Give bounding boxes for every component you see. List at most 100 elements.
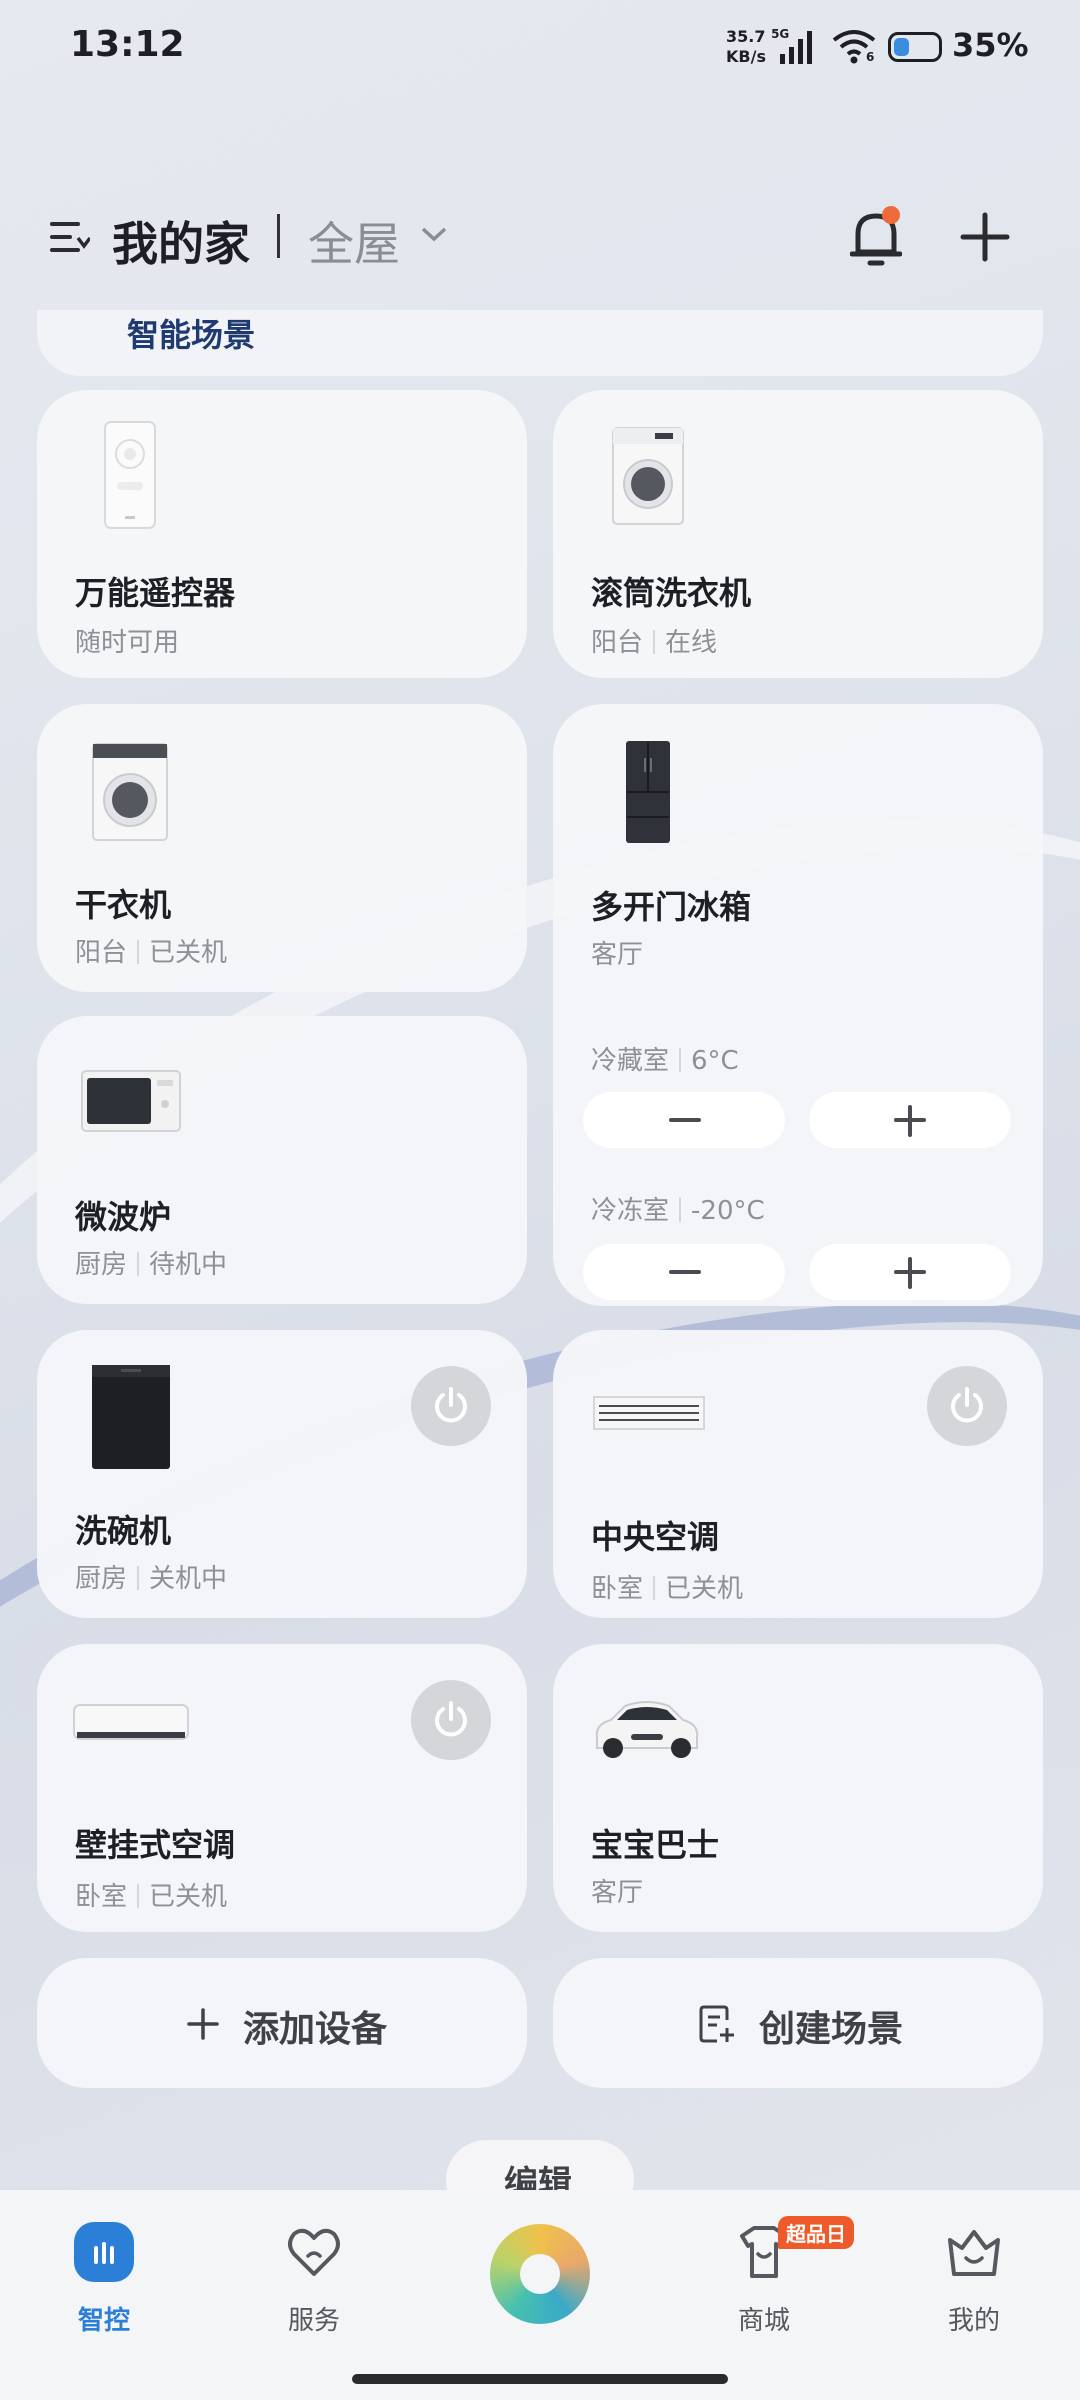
dishwasher-image	[92, 1365, 170, 1469]
device-status: 已关机	[149, 1882, 228, 1912]
edit-button[interactable]: 编辑	[446, 2140, 634, 2190]
home-indicator[interactable]	[352, 2374, 728, 2384]
refrigerator-image	[626, 741, 670, 843]
chevron-down-icon[interactable]	[420, 224, 448, 244]
smart-scene-card[interactable]: 智能场景	[37, 310, 1043, 376]
profile-icon	[948, 2230, 1000, 2276]
fridge-compartment-value: 6°C	[691, 1046, 739, 1076]
dryer-image	[92, 743, 168, 841]
minus-icon	[669, 1118, 701, 1122]
create-scene-label: 创建场景	[759, 2009, 904, 2050]
nav-tab-shop[interactable]: 商城	[694, 2190, 834, 2350]
notification-dot	[882, 206, 900, 224]
create-scene-button[interactable]: 创建场景	[553, 1958, 1043, 2088]
power-icon	[951, 1387, 983, 1423]
device-card-refrigerator[interactable]: 多开门冰箱 客厅 冷藏室 6°C 冷冻室 -20°C	[553, 704, 1043, 1306]
device-name: 中央空调	[591, 1518, 720, 1556]
room-filter-dropdown[interactable]: 全屋	[308, 208, 400, 274]
plus-icon-stroke	[908, 1257, 912, 1289]
home-name[interactable]: 我的家	[112, 208, 250, 274]
nav-tab-profile[interactable]: 我的	[904, 2190, 1044, 2350]
plus-icon	[187, 2008, 219, 2040]
device-name: 多开门冰箱	[591, 888, 752, 926]
fridge-temp-decrease-button[interactable]	[583, 1092, 785, 1148]
device-status: 已关机	[149, 938, 228, 968]
device-room: 阳台	[75, 938, 128, 968]
power-icon	[435, 1387, 467, 1423]
wifi-level: 6	[866, 50, 875, 64]
edit-label: 编辑	[504, 2164, 572, 2190]
nav-tab-service[interactable]: 服务	[244, 2190, 384, 2350]
power-button[interactable]	[927, 1366, 1007, 1446]
device-list: 智能场景 万能遥控器 随时可用 滚筒洗衣机 阳台 在线 干衣机 阳台 已关机 多…	[0, 310, 1080, 2190]
header-divider	[277, 214, 280, 258]
device-name: 宝宝巴士	[591, 1826, 720, 1864]
menu-icon[interactable]	[48, 216, 90, 258]
add-icon[interactable]	[960, 212, 1010, 262]
minus-icon	[669, 1270, 701, 1274]
device-card-dishwasher[interactable]: 洗碗机 厨房 关机中	[37, 1330, 527, 1618]
device-room: 卧室	[591, 1574, 644, 1604]
device-card-microwave[interactable]: 微波炉 厨房 待机中	[37, 1016, 527, 1304]
bottom-navigation: 智控 服务 商城 超品日 我的	[0, 2190, 1080, 2400]
device-card-washing-machine[interactable]: 滚筒洗衣机 阳台 在线	[553, 390, 1043, 678]
device-name: 万能遥控器	[75, 574, 236, 612]
device-card-wall-ac[interactable]: 壁挂式空调 卧室 已关机	[37, 1644, 527, 1932]
microwave-image	[81, 1070, 181, 1132]
freezer-temp-decrease-button[interactable]	[583, 1244, 785, 1300]
device-room-status: 厨房 关机中	[75, 1558, 227, 1595]
nav-tab-smart-control[interactable]: 智控	[34, 2190, 174, 2350]
device-card-universal-remote[interactable]: 万能遥控器 随时可用	[37, 390, 527, 678]
nav-label: 我的	[947, 2306, 1000, 2336]
device-room-status: 厨房 待机中	[75, 1244, 227, 1281]
device-name: 洗碗机	[75, 1512, 172, 1550]
battery-percent: 35%	[952, 26, 1029, 64]
freezer-compartment-value: -20°C	[691, 1196, 765, 1226]
device-name: 滚筒洗衣机	[591, 574, 752, 612]
add-device-button[interactable]: 添加设备	[37, 1958, 527, 2088]
device-room: 厨房	[75, 1564, 128, 1594]
device-name: 微波炉	[75, 1198, 172, 1236]
device-room: 客厅	[591, 940, 644, 970]
status-bar: 13:12 35.7 5G KB/s 6 35%	[0, 0, 1080, 96]
device-room: 卧室	[75, 1882, 128, 1912]
plus-icon-stroke	[908, 1105, 912, 1137]
universal-remote-image	[104, 421, 156, 529]
washing-machine-image	[612, 427, 684, 525]
app-header: 我的家 全屋	[0, 200, 1080, 280]
freezer-compartment-label: 冷冻室	[591, 1196, 670, 1226]
smart-scene-label: 智能场景	[127, 316, 256, 354]
shop-promo-badge: 超品日	[778, 2216, 854, 2249]
assistant-orb-icon[interactable]	[490, 2224, 590, 2324]
freezer-temp-increase-button[interactable]	[809, 1244, 1011, 1300]
status-time: 13:12	[70, 24, 185, 65]
nav-label: 智控	[77, 2306, 130, 2336]
device-status: 已关机	[665, 1574, 744, 1604]
device-status: 在线	[665, 628, 718, 658]
network-speed-unit: KB/s	[726, 47, 766, 66]
fridge-compartment-label: 冷藏室	[591, 1046, 670, 1076]
device-card-dryer[interactable]: 干衣机 阳台 已关机	[37, 704, 527, 992]
smart-control-icon-glyph	[94, 2242, 114, 2264]
power-button[interactable]	[411, 1680, 491, 1760]
power-button[interactable]	[411, 1366, 491, 1446]
device-room-status: 卧室 已关机	[591, 1568, 743, 1605]
central-ac-image	[593, 1396, 705, 1430]
device-name: 干衣机	[75, 886, 172, 924]
device-room: 厨房	[75, 1250, 128, 1280]
device-card-car[interactable]: 宝宝巴士 客厅	[553, 1644, 1043, 1932]
wall-ac-image	[73, 1704, 189, 1740]
add-device-label: 添加设备	[243, 2009, 388, 2050]
device-status: 关机中	[149, 1564, 228, 1594]
heart-icon	[288, 2228, 340, 2276]
device-name: 壁挂式空调	[75, 1826, 236, 1864]
car-image	[595, 1701, 699, 1758]
smart-control-icon	[74, 2222, 134, 2282]
fridge-temp-increase-button[interactable]	[809, 1092, 1011, 1148]
cellular-signal-icon	[780, 31, 812, 64]
battery-fill	[894, 38, 909, 56]
device-card-central-ac[interactable]: 中央空调 卧室 已关机	[553, 1330, 1043, 1618]
device-room-status: 阳台 已关机	[75, 932, 227, 969]
device-room-status: 阳台 在线	[591, 622, 717, 659]
device-room: 阳台	[591, 628, 644, 658]
